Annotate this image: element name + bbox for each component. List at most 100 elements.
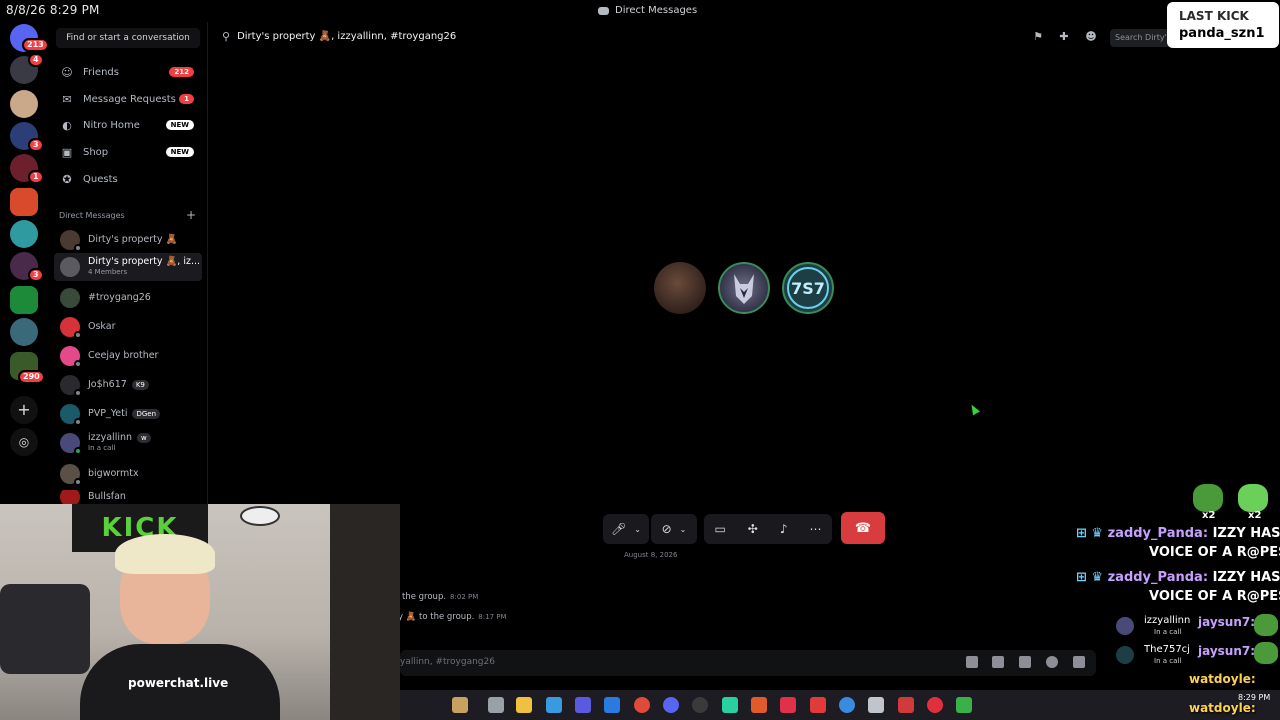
participant-avatar[interactable]	[654, 262, 706, 314]
find-conversation-button[interactable]: Find or start a conversation	[56, 28, 200, 48]
camera-button[interactable]: ⊘ ⌄	[651, 514, 697, 544]
file-explorer-icon[interactable]	[516, 697, 532, 713]
server-icon[interactable]: 4	[10, 53, 44, 84]
dm-item-active[interactable]: Dirty's property 🧸, iz... 4 Members	[54, 253, 202, 281]
channel-title: Dirty's property 🧸, izzyallinn, #troygan…	[237, 31, 457, 42]
dm-name: bigwormtx	[88, 468, 139, 479]
server-icon[interactable]: 1	[10, 154, 44, 184]
mute-button[interactable]: 🎤︎ ⌄	[603, 514, 649, 544]
activity-icon[interactable]: ✣	[748, 522, 758, 536]
nav-friends[interactable]: ☺ Friends 212	[54, 60, 202, 84]
call-user-status: In a call	[1154, 657, 1182, 665]
add-friends-icon[interactable]: ✚	[1057, 30, 1071, 44]
discord-taskbar-icon[interactable]	[663, 697, 679, 713]
soundboard-icon[interactable]: ♪	[780, 522, 788, 536]
disconnect-button[interactable]: ☎	[841, 512, 885, 544]
app-icon[interactable]	[810, 697, 826, 713]
server-icon[interactable]	[10, 90, 38, 118]
apps-icon[interactable]	[1073, 656, 1085, 668]
server-folder[interactable]	[10, 286, 38, 314]
call-user-name: The757cj	[1144, 644, 1190, 655]
chat-user: jaysun7:	[1198, 644, 1256, 658]
server-folder[interactable]: 290	[10, 352, 45, 384]
app-icon[interactable]	[898, 697, 914, 713]
create-dm-icon[interactable]: +	[186, 208, 196, 222]
message-time: 8:17 PM	[478, 613, 507, 621]
server-icon[interactable]: 3	[10, 252, 44, 282]
nav-message-requests[interactable]: ✉ Message Requests 1	[54, 87, 202, 111]
participant-avatar[interactable]: 7S7	[782, 262, 834, 314]
dm-item[interactable]: Dirty's property 🧸	[54, 227, 202, 253]
cat-app-icon[interactable]	[452, 697, 468, 713]
nav-shop[interactable]: ▣ Shop NEW	[54, 140, 202, 164]
dm-name: Oskar	[88, 321, 116, 332]
dm-item[interactable]: Ceejay brother	[54, 343, 202, 369]
clan-tag: DGen	[132, 409, 161, 419]
svg-text:7S7: 7S7	[791, 279, 825, 298]
gift-icon[interactable]	[966, 656, 978, 668]
brave-icon[interactable]	[751, 697, 767, 713]
sticker-icon[interactable]	[1019, 656, 1031, 668]
door	[330, 504, 400, 720]
gif-icon[interactable]	[992, 656, 1004, 668]
xbox-icon[interactable]	[956, 697, 972, 713]
member-list-icon[interactable]: ☻	[1084, 30, 1098, 44]
dm-item[interactable]: bigwormtx	[54, 461, 202, 487]
discover-icon[interactable]: ◎	[10, 428, 38, 456]
task-view-icon[interactable]	[488, 697, 504, 713]
window-title: Direct Messages	[598, 5, 697, 16]
quests-icon: ✪	[62, 172, 72, 186]
app-icon[interactable]	[722, 697, 738, 713]
more-options-icon[interactable]: ⋯	[810, 522, 822, 536]
screen-share-icon[interactable]: ▭	[714, 522, 725, 536]
server-icon[interactable]	[10, 220, 38, 248]
pin-icon[interactable]: ⚑	[1031, 30, 1045, 44]
emoji-icon[interactable]	[1046, 656, 1058, 668]
mouse-cursor	[968, 402, 980, 416]
dm-item[interactable]: PVP_Yeti DGen	[54, 401, 202, 427]
nav-quests[interactable]: ✪ Quests	[54, 167, 202, 191]
server-badge: 290	[18, 370, 45, 384]
dm-sidebar: Find or start a conversation ☺ Friends 2…	[48, 22, 208, 504]
dm-name: izzyallinn	[88, 432, 133, 443]
dm-name: PVP_Yeti	[88, 408, 128, 419]
obs-icon[interactable]	[692, 697, 708, 713]
friends-badge: 212	[169, 67, 194, 77]
overlay-chat-message: ⊞ ♛ zaddy_Panda: IZZY HAS A	[1076, 526, 1280, 541]
shirt-text: powerchat.live	[128, 676, 229, 690]
help-icon[interactable]	[839, 697, 855, 713]
dm-item[interactable]: #troygang26	[54, 285, 202, 311]
participant-avatar[interactable]	[718, 262, 770, 314]
store-icon[interactable]	[604, 697, 620, 713]
teams-icon[interactable]	[575, 697, 591, 713]
dm-name: Ceejay brother	[88, 350, 159, 361]
emote-count: x2	[1248, 510, 1262, 521]
opera-icon[interactable]	[927, 697, 943, 713]
server-icon[interactable]	[10, 188, 38, 216]
system-message: the group. 8:02 PM	[402, 592, 478, 602]
pepe-emote	[1193, 484, 1223, 512]
dm-item[interactable]: Bullsfan	[54, 490, 202, 504]
app-icon[interactable]	[868, 697, 884, 713]
nitro-icon: ◐	[62, 118, 72, 132]
chrome-icon[interactable]	[634, 697, 650, 713]
server-icon[interactable]	[10, 318, 38, 346]
chair	[0, 584, 90, 674]
dm-item[interactable]: izzyallinn w In a call	[54, 430, 202, 456]
add-server-icon[interactable]: +	[10, 396, 38, 424]
home-button[interactable]: 213	[10, 24, 49, 52]
overlay-chat-message: ⊞ ♛ zaddy_Panda: IZZY HAS A	[1076, 570, 1280, 585]
copilot-icon[interactable]	[546, 697, 562, 713]
emote-count: x2	[1202, 510, 1216, 521]
music-icon[interactable]	[780, 697, 796, 713]
dm-item[interactable]: Jo$h617 K9	[54, 372, 202, 398]
avatar	[60, 490, 80, 504]
envelope-icon: ✉	[62, 92, 72, 106]
dm-item[interactable]: Oskar	[54, 314, 202, 340]
nav-nitro-home[interactable]: ◐ Nitro Home NEW	[54, 113, 202, 137]
server-icon[interactable]: 3	[10, 122, 44, 152]
server-badge: 3	[28, 138, 44, 152]
discord-icon	[598, 6, 609, 15]
dm-name: Dirty's property 🧸, iz...	[88, 256, 201, 267]
avatar	[60, 346, 82, 368]
